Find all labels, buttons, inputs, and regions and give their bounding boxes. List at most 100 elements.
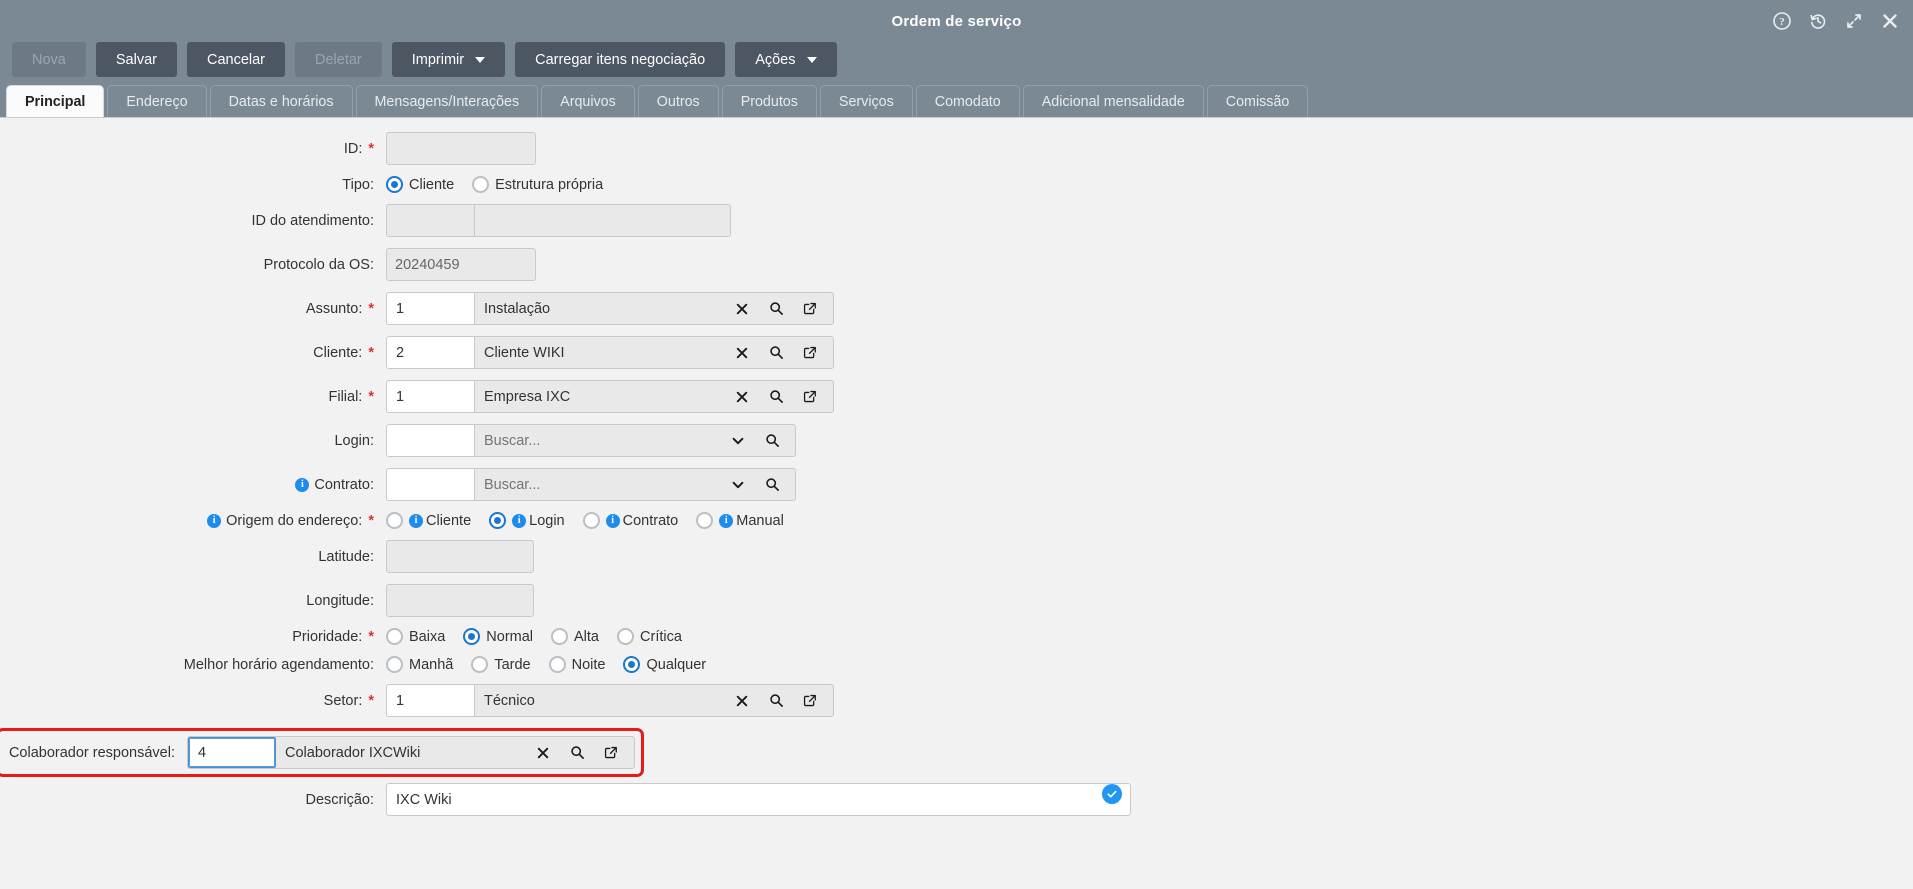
info-icon[interactable]: i xyxy=(409,513,423,528)
clear-icon[interactable] xyxy=(725,381,759,412)
tab-datas-e-horarios[interactable]: Datas e horários xyxy=(209,85,353,117)
contrato-search-input[interactable] xyxy=(475,469,721,500)
clear-icon[interactable] xyxy=(526,737,560,768)
info-icon[interactable]: i xyxy=(605,513,620,528)
info-icon[interactable]: i xyxy=(719,513,734,528)
contrato-code-input[interactable] xyxy=(387,469,475,500)
radio-origem-contrato[interactable]: i Contrato xyxy=(582,512,678,529)
tab-produtos[interactable]: Produtos xyxy=(721,85,817,117)
tab-label: Principal xyxy=(25,93,86,110)
id-input[interactable] xyxy=(386,132,536,165)
tab-mensagens-interacoes[interactable]: Mensagens/Interações xyxy=(355,85,539,117)
colaborador-code-input[interactable] xyxy=(188,737,276,768)
tab-comissao[interactable]: Comissão xyxy=(1206,85,1309,117)
cliente-code-input[interactable] xyxy=(387,337,475,368)
expand-icon[interactable] xyxy=(1845,12,1863,30)
required-marker: * xyxy=(368,344,374,361)
close-icon[interactable] xyxy=(1881,12,1899,30)
tab-comodato[interactable]: Comodato xyxy=(915,85,1020,117)
new-button[interactable]: Nova xyxy=(12,42,86,77)
radio-tipo-estrutura-propria[interactable]: Estrutura própria xyxy=(472,176,603,193)
label-contrato-text: Contrato: xyxy=(314,476,374,493)
login-search-input[interactable] xyxy=(475,425,721,456)
search-icon[interactable] xyxy=(755,469,789,500)
setor-desc: Técnico xyxy=(484,692,535,709)
tab-principal[interactable]: Principal xyxy=(6,85,105,117)
radio-horario-noite[interactable]: Noite xyxy=(548,656,605,673)
radio-horario-tarde[interactable]: Tarde xyxy=(471,656,531,673)
colaborador-lookup[interactable]: Colaborador IXCWiki xyxy=(187,736,635,769)
tab-adicional-mensalidade[interactable]: Adicional mensalidade xyxy=(1022,85,1204,117)
chevron-down-icon[interactable] xyxy=(721,425,755,456)
external-link-icon[interactable] xyxy=(594,737,628,768)
radio-tipo-cliente[interactable]: Cliente xyxy=(386,176,454,193)
latitude-input[interactable] xyxy=(386,540,534,573)
label-id-atendimento: ID do atendimento: xyxy=(0,213,386,229)
tab-servicos[interactable]: Serviços xyxy=(819,85,913,117)
radio-origem-manual-label: Manual xyxy=(736,512,784,529)
tab-outros[interactable]: Outros xyxy=(637,85,719,117)
external-link-icon[interactable] xyxy=(793,293,827,324)
id-atendimento-code-input[interactable] xyxy=(387,205,475,236)
chevron-down-icon[interactable] xyxy=(721,469,755,500)
radio-origem-login-label: Login xyxy=(529,512,565,529)
radio-icon xyxy=(386,628,403,645)
search-icon[interactable] xyxy=(560,737,594,768)
search-icon[interactable] xyxy=(759,381,793,412)
radio-origem-manual[interactable]: i Manual xyxy=(696,512,784,529)
tab-arquivos[interactable]: Arquivos xyxy=(541,85,635,117)
cancel-button[interactable]: Cancelar xyxy=(186,42,285,77)
clear-icon[interactable] xyxy=(725,337,759,368)
longitude-input[interactable] xyxy=(386,584,534,617)
radio-horario-qualquer[interactable]: Qualquer xyxy=(623,656,706,673)
descricao-field[interactable] xyxy=(386,783,1131,816)
actions-button-label: Ações xyxy=(755,51,796,68)
actions-button[interactable]: Ações xyxy=(735,42,837,77)
colaborador-highlight-box: Colaborador responsável: Colaborador IXC… xyxy=(0,728,644,777)
assunto-lookup[interactable]: Instalação xyxy=(386,292,834,325)
label-id-atendimento-text: ID do atendimento: xyxy=(251,212,374,229)
clear-icon[interactable] xyxy=(725,293,759,324)
print-button[interactable]: Imprimir xyxy=(391,42,506,77)
info-icon[interactable]: i xyxy=(295,477,310,492)
search-icon[interactable] xyxy=(759,337,793,368)
search-icon[interactable] xyxy=(755,425,789,456)
setor-code-input[interactable] xyxy=(387,685,475,716)
search-icon[interactable] xyxy=(759,293,793,324)
id-atendimento-lookup[interactable] xyxy=(386,204,731,237)
help-icon[interactable]: ? xyxy=(1773,12,1791,30)
history-icon[interactable] xyxy=(1809,12,1827,30)
clear-icon[interactable] xyxy=(725,685,759,716)
radio-icon xyxy=(463,628,481,645)
tab-endereco[interactable]: Endereço xyxy=(107,85,207,117)
radio-prioridade-baixa[interactable]: Baixa xyxy=(386,628,445,645)
setor-lookup[interactable]: Técnico xyxy=(386,684,834,717)
filial-lookup[interactable]: Empresa IXC xyxy=(386,380,834,413)
cliente-lookup[interactable]: Cliente WIKI xyxy=(386,336,834,369)
filial-code-input[interactable] xyxy=(387,381,475,412)
info-icon[interactable]: i xyxy=(512,513,527,528)
delete-button[interactable]: Deletar xyxy=(295,42,382,77)
external-link-icon[interactable] xyxy=(793,381,827,412)
radio-prioridade-alta[interactable]: Alta xyxy=(551,628,599,645)
contrato-lookup[interactable] xyxy=(386,468,796,501)
external-link-icon[interactable] xyxy=(793,685,827,716)
login-code-input[interactable] xyxy=(387,425,475,456)
load-negotiation-items-button[interactable]: Carregar itens negociação xyxy=(515,42,726,77)
login-lookup[interactable] xyxy=(386,424,796,457)
info-icon[interactable]: i xyxy=(207,513,222,528)
filial-desc: Empresa IXC xyxy=(484,388,571,405)
label-filial: Filial: * xyxy=(0,389,386,405)
radio-horario-manha[interactable]: Manhã xyxy=(386,656,453,673)
radio-prioridade-normal[interactable]: Normal xyxy=(463,628,533,645)
external-link-icon[interactable] xyxy=(793,337,827,368)
radio-origem-cliente[interactable]: i Cliente xyxy=(386,512,471,529)
descricao-input[interactable] xyxy=(387,784,1102,815)
field-row-colaborador: Colaborador responsável: Colaborador IXC… xyxy=(0,736,635,769)
radio-prioridade-critica[interactable]: Crítica xyxy=(617,628,682,645)
protocolo-input[interactable] xyxy=(386,248,536,281)
radio-origem-login[interactable]: i Login xyxy=(489,512,565,529)
search-icon[interactable] xyxy=(759,685,793,716)
assunto-code-input[interactable] xyxy=(387,293,475,324)
save-button[interactable]: Salvar xyxy=(95,42,177,77)
